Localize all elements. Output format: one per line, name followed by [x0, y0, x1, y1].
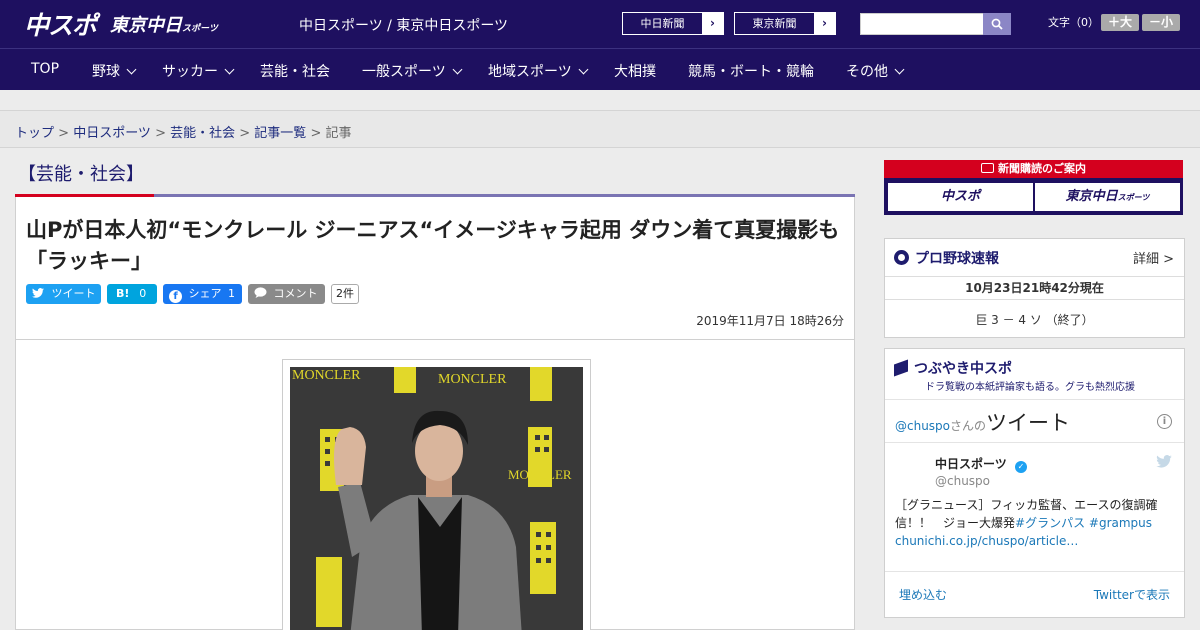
tweet-account-handle[interactable]: @chuspo	[935, 474, 990, 488]
tweet-account-name[interactable]: 中日スポーツ ✓	[935, 455, 1027, 473]
twitter-bird-icon	[32, 288, 44, 298]
hashtag-grampus[interactable]: #grampus	[1089, 516, 1152, 530]
logo-sub: 東京中日スポーツ	[110, 15, 218, 36]
logo-main: 中スポ	[24, 11, 97, 40]
site-logo[interactable]: 中スポ 東京中日スポーツ	[24, 8, 218, 40]
nav-general-sports[interactable]: 一般スポーツ	[362, 61, 463, 81]
svg-text:MONCLER: MONCLER	[508, 467, 572, 482]
chevron-down-icon	[894, 64, 905, 75]
article-photo-frame: MONCLER MONCLER MONCLER	[282, 359, 591, 630]
baseball-score[interactable]: 巨 3 － 4 ソ （終了）	[885, 311, 1184, 328]
megaphone-icon	[894, 359, 908, 377]
baseball-score-widget: プロ野球速報 詳細 > 10月23日21時42分現在 巨 3 － 4 ソ （終了…	[884, 238, 1185, 338]
timeline-handle-link[interactable]: @chuspo	[895, 419, 950, 433]
comment-button[interactable]: コメント	[248, 284, 325, 304]
view-on-twitter-link[interactable]: Twitterで表示	[1094, 586, 1170, 603]
baseball-detail-link[interactable]: 詳細 >	[1133, 248, 1174, 267]
nav-soccer[interactable]: サッカー	[162, 61, 235, 81]
chevron-down-icon	[578, 64, 589, 75]
comment-count-badge: 2件	[331, 284, 359, 304]
svg-text:MONCLER: MONCLER	[438, 372, 507, 387]
subscribe-tokyo-chunichi-button[interactable]: 東京中日スポーツ	[1035, 183, 1180, 211]
publish-date: 2019年11月7日 18時26分	[696, 314, 844, 328]
article-photo[interactable]: MONCLER MONCLER MONCLER	[290, 367, 583, 630]
info-icon[interactable]: i	[1157, 414, 1172, 429]
nav-other[interactable]: その他	[846, 61, 905, 81]
chevron-right-icon: ›	[814, 13, 835, 34]
baseball-widget-title: プロ野球速報	[894, 248, 999, 268]
chevron-down-icon	[126, 64, 137, 75]
timeline-header: @chuspoさんのツイート	[895, 411, 1071, 435]
facebook-icon: f	[169, 290, 182, 303]
hashtag-grampus-jp[interactable]: #グランパス	[1015, 516, 1085, 530]
site-links[interactable]: 中日スポーツ / 東京中日スポーツ	[299, 15, 508, 35]
baseball-update-time: 10月23日21時42分現在	[965, 281, 1104, 295]
tweet-button[interactable]: ツイート	[26, 284, 101, 304]
chevron-right-icon: ›	[702, 13, 723, 34]
breadcrumb-current: 記事	[325, 126, 352, 141]
hatena-count: 0	[139, 287, 147, 300]
tweets-widget: つぶやき中スポ ドラ覧戦の本紙評論家も語る。グラも熱烈応援 @chuspoさんの…	[884, 348, 1185, 618]
category-title: 【芸能・社会】	[18, 164, 144, 185]
breadcrumb-chunichi-sports[interactable]: 中日スポーツ	[73, 126, 151, 141]
search-input[interactable]	[860, 13, 984, 35]
nav-sumo[interactable]: 大相撲	[614, 61, 656, 81]
breadcrumb-top[interactable]: トップ	[15, 126, 54, 141]
baseball-icon	[894, 250, 909, 265]
hatena-icon: B!	[116, 287, 130, 300]
subscribe-chuspo-button[interactable]: 中スポ	[888, 183, 1033, 211]
svg-text:MONCLER: MONCLER	[292, 368, 361, 383]
site-header: 中スポ 東京中日スポーツ 中日スポーツ / 東京中日スポーツ 中日新聞 › 東京…	[0, 0, 1200, 48]
article-headline: 山Pが日本人初“モンクレール ジーニアス“イメージキャラ起用 ダウン着て真夏撮影…	[26, 218, 840, 273]
nav-baseball[interactable]: 野球	[92, 61, 137, 81]
breadcrumb-entertainment[interactable]: 芸能・社会	[170, 126, 235, 141]
tokyo-shimbun-button[interactable]: 東京新聞 ›	[734, 12, 836, 35]
nav-top[interactable]: TOP	[31, 61, 59, 77]
subscription-banner-title: 新聞購読のご案内	[884, 160, 1183, 178]
tweet-article-link[interactable]: chunichi.co.jp/chuspo/article…	[895, 534, 1078, 548]
tweet-text: ［グラニュース］フィッカ監督、エースの復調確信！！ ジョー大爆発#グランパス #…	[895, 498, 1158, 548]
twitter-bird-icon	[1156, 455, 1172, 468]
chunichi-shimbun-button[interactable]: 中日新聞 ›	[622, 12, 724, 35]
main-nav: TOP 野球 サッカー 芸能・社会 一般スポーツ 地域スポーツ 大相撲 競馬・ボ…	[0, 48, 1200, 90]
search-icon	[991, 18, 1003, 30]
breadcrumb: トップ > 中日スポーツ > 芸能・社会 > 記事一覧 > 記事	[0, 110, 1200, 148]
article-header: 山Pが日本人初“モンクレール ジーニアス“イメージキャラ起用 ダウン着て真夏撮影…	[15, 197, 855, 340]
text-size-label: 文字（0）	[1048, 16, 1099, 29]
facebook-share-button[interactable]: f シェア 1	[163, 284, 242, 304]
search-button[interactable]	[983, 13, 1011, 35]
breadcrumb-article-list[interactable]: 記事一覧	[254, 126, 306, 141]
nav-entertainment[interactable]: 芸能・社会	[260, 61, 330, 81]
chevron-down-icon	[224, 64, 235, 75]
speech-bubble-icon	[254, 287, 267, 298]
subscription-banner: 新聞購読のご案内 中スポ 東京中日スポーツ	[884, 160, 1183, 215]
photo-illustration: MONCLER MONCLER MONCLER	[290, 367, 583, 630]
newspaper-icon	[981, 163, 994, 173]
article-photo-area: MONCLER MONCLER MONCLER	[15, 340, 855, 630]
verified-badge-icon: ✓	[1014, 461, 1027, 473]
tweets-widget-title: つぶやき中スポ	[894, 358, 1012, 378]
embed-link[interactable]: 埋め込む	[899, 586, 947, 603]
nav-racing[interactable]: 競馬・ボート・競輪	[688, 61, 814, 81]
text-size-up-button[interactable]: ＋大	[1101, 14, 1139, 31]
nav-local-sports[interactable]: 地域スポーツ	[488, 61, 589, 81]
tweets-widget-subtitle: ドラ覧戦の本紙評論家も語る。グラも熱烈応援	[925, 382, 1135, 393]
hatena-bookmark-button[interactable]: B! 0	[107, 284, 157, 304]
chevron-down-icon	[452, 64, 463, 75]
text-size-down-button[interactable]: －小	[1142, 14, 1180, 31]
facebook-share-count: 1	[228, 287, 235, 300]
